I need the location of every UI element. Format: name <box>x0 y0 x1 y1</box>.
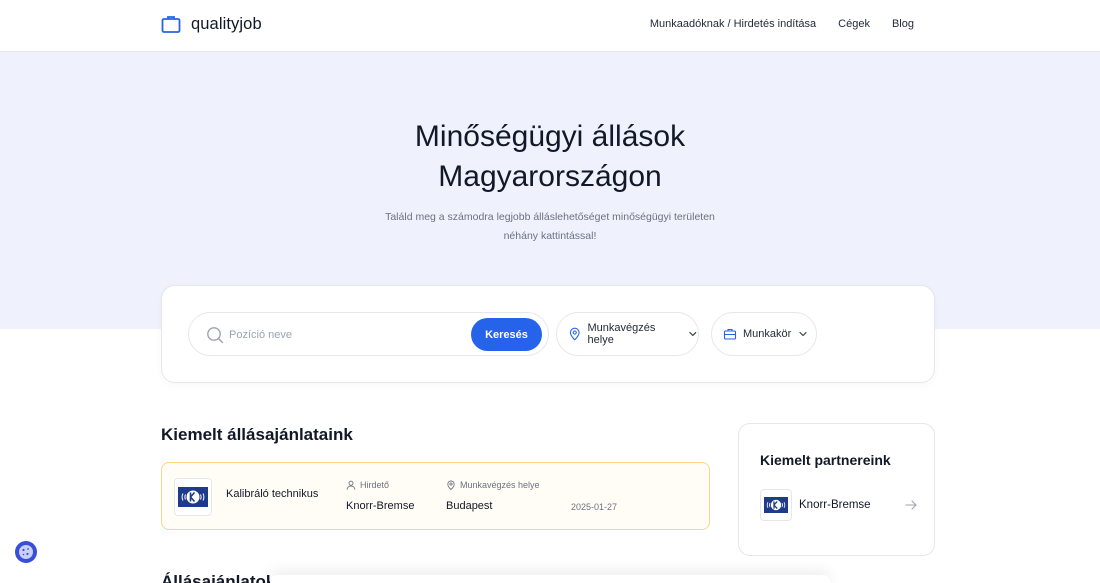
briefcase-icon <box>723 328 737 340</box>
map-pin-icon <box>447 480 455 490</box>
partner-name: Knorr-Bremse <box>799 499 871 511</box>
main-nav: Munkaadóknak / Hirdetés indítása Cégek B… <box>650 18 914 30</box>
hero-subtitle-line2: néhány kattintással! <box>503 230 597 242</box>
hero-title-line2: Magyarországon <box>438 160 662 193</box>
briefcase-icon <box>161 16 181 33</box>
knorr-bremse-logo-icon <box>178 487 208 507</box>
cookie-settings-button[interactable] <box>15 541 37 563</box>
featured-job-card[interactable]: Kalibráló technikus Hirdető Knorr-Bremse… <box>161 462 710 530</box>
hero-title: Minőségügyi állások Magyarországon <box>0 117 1100 197</box>
site-header: qualityjob Munkaadóknak / Hirdetés indít… <box>0 0 1100 52</box>
job-title[interactable]: Kalibráló technikus <box>226 488 318 500</box>
user-icon <box>346 480 356 490</box>
role-dropdown[interactable]: Munkakör <box>711 312 817 356</box>
advertiser-label-text: Hirdető <box>360 480 390 490</box>
partners-card: Kiemelt partnereink Knorr-Bremse <box>738 423 935 556</box>
cookie-icon <box>19 545 33 559</box>
knorr-bremse-logo-icon <box>764 497 788 513</box>
role-dropdown-label: Munkakör <box>743 328 792 340</box>
job-location-label: Munkavégzés helye <box>446 480 540 490</box>
position-search-input[interactable] <box>229 325 459 345</box>
hero-subtitle-line1: Találd meg a számodra legjobb álláslehet… <box>385 211 715 223</box>
search-box: Keresés <box>188 312 549 356</box>
bottom-sticky-bar <box>270 575 830 583</box>
featured-jobs-title: Kiemelt állásajánlataink <box>161 425 353 444</box>
location-dropdown[interactable]: Munkavégzés helye <box>556 312 699 356</box>
job-location-label-text: Munkavégzés helye <box>460 480 540 490</box>
search-icon <box>207 327 224 344</box>
logo-text: qualityjob <box>191 14 262 33</box>
arrow-right-icon[interactable] <box>905 499 917 511</box>
nav-blog[interactable]: Blog <box>892 18 914 30</box>
chevron-down-icon <box>689 331 697 337</box>
job-location-value: Budapest <box>446 500 493 512</box>
partners-title: Kiemelt partnereink <box>760 452 891 468</box>
logo-link[interactable]: qualityjob <box>161 14 262 34</box>
nav-employers[interactable]: Munkaadóknak / Hirdetés indítása <box>650 18 816 30</box>
advertiser-value: Knorr-Bremse <box>346 500 415 512</box>
all-jobs-title: Állásajánlatok <box>161 572 276 583</box>
search-card: Keresés Munkavégzés helye Munkakör <box>161 285 935 383</box>
advertiser-label: Hirdető <box>346 480 389 490</box>
hero-subtitle: Találd meg a számodra legjobb álláslehet… <box>0 208 1100 246</box>
partner-item[interactable]: Knorr-Bremse <box>760 488 917 522</box>
page: qualityjob Munkaadóknak / Hirdetés indít… <box>0 0 1100 583</box>
chevron-down-icon <box>799 331 807 337</box>
nav-companies[interactable]: Cégek <box>838 18 870 30</box>
map-pin-icon <box>569 327 580 341</box>
hero-title-line1: Minőségügyi állások <box>414 120 686 153</box>
partner-logo <box>760 489 792 521</box>
search-button[interactable]: Keresés <box>471 318 542 351</box>
job-date: 2025-01-27 <box>571 502 618 512</box>
location-dropdown-label: Munkavégzés helye <box>587 322 656 346</box>
company-logo <box>174 478 212 516</box>
